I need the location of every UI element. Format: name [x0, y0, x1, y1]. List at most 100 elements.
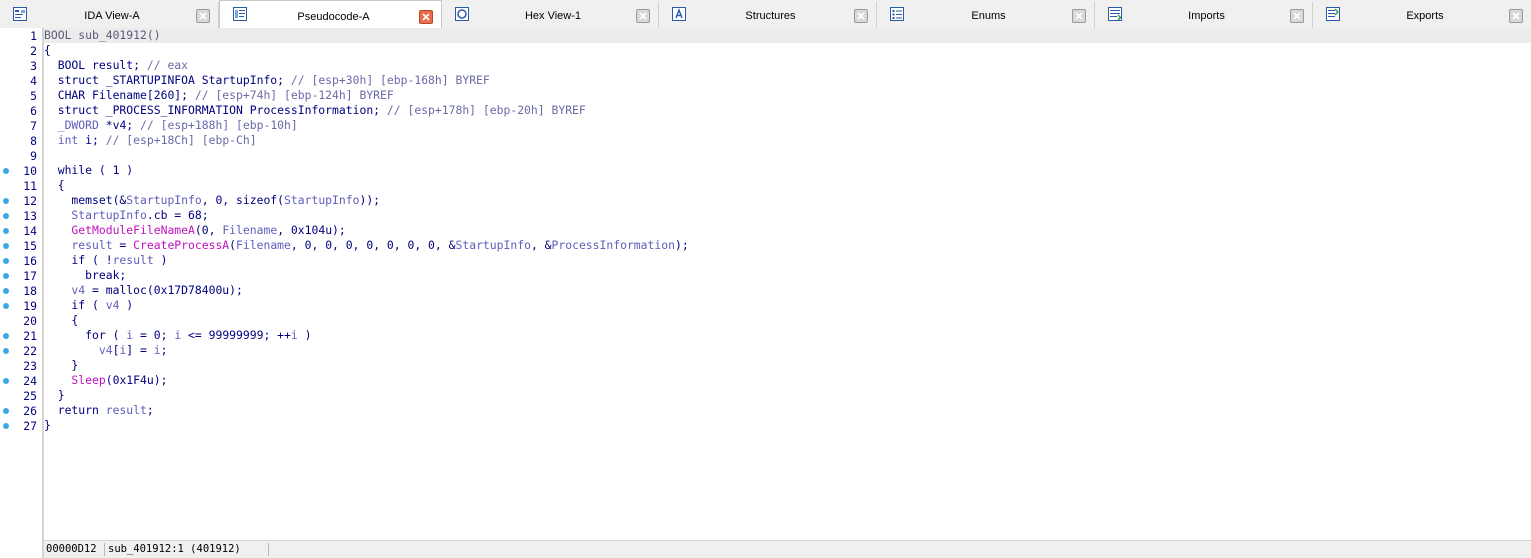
tab-exports[interactable]: Exports	[1313, 2, 1531, 28]
code-line[interactable]: if ( v4 )	[44, 298, 1531, 313]
code-line[interactable]: StartupInfo.cb = 68;	[44, 208, 1531, 223]
pseudocode-editor[interactable]: BOOL sub_401912(){ BOOL result; // eax s…	[44, 28, 1531, 540]
code-token: CHAR Filename[260];	[44, 88, 195, 102]
code-line[interactable]: {	[44, 43, 1531, 58]
code-token: .cb = 68;	[146, 208, 209, 222]
breakpoint-dot-icon[interactable]	[3, 273, 9, 279]
close-icon[interactable]	[1509, 9, 1523, 23]
code-token: result	[44, 238, 113, 252]
breakpoint-dot-icon[interactable]	[3, 288, 9, 294]
code-token: // [esp+74h] [ebp-124h] BYREF	[194, 88, 394, 102]
breakpoint-dot-icon[interactable]	[3, 333, 9, 339]
tab-enums[interactable]: Enums	[877, 2, 1095, 28]
tab-label: Exports	[1406, 10, 1444, 22]
code-token: v4	[44, 343, 113, 357]
code-token: ));	[359, 193, 381, 207]
code-token: )	[119, 298, 134, 312]
breakpoint-dot-icon[interactable]	[3, 348, 9, 354]
enums-icon	[889, 6, 905, 22]
code-line[interactable]: struct _STARTUPINFOA StartupInfo; // [es…	[44, 73, 1531, 88]
line-number: 11	[23, 179, 37, 193]
close-icon[interactable]	[854, 9, 868, 23]
tab-label: Pseudocode-A	[297, 11, 370, 23]
code-line[interactable]: }	[44, 358, 1531, 373]
tab-label: IDA View-A	[84, 10, 140, 22]
code-token: _DWORD	[44, 118, 106, 132]
breakpoint-dot-icon[interactable]	[3, 378, 9, 384]
pseudocode-icon	[232, 6, 248, 22]
breakpoint-dot-icon[interactable]	[3, 228, 9, 234]
code-line[interactable]: v4 = malloc(0x17D78400u);	[44, 283, 1531, 298]
code-token: return	[44, 403, 106, 417]
code-token: = malloc(0x17D78400u);	[85, 283, 243, 297]
breakpoint-dot-icon[interactable]	[3, 198, 9, 204]
code-token: , 0x104u);	[277, 223, 346, 237]
code-line[interactable]: CHAR Filename[260]; // [esp+74h] [ebp-12…	[44, 88, 1531, 103]
code-token: StartupInfo	[455, 238, 531, 252]
code-line[interactable]: BOOL result; // eax	[44, 58, 1531, 73]
status-separator	[268, 543, 269, 556]
code-token: StartupInfo	[284, 193, 360, 207]
code-line[interactable]: result = CreateProcessA(Filename, 0, 0, …	[44, 238, 1531, 253]
breakpoint-dot-icon[interactable]	[3, 303, 9, 309]
code-token: i	[290, 328, 298, 342]
code-line[interactable]: v4[i] = i;	[44, 343, 1531, 358]
close-icon[interactable]	[1290, 9, 1304, 23]
tab-imports[interactable]: Imports	[1095, 2, 1313, 28]
code-token: // [esp+178h] [ebp-20h] BYREF	[386, 103, 586, 117]
line-number: 25	[23, 389, 37, 403]
tab-ida-view-a[interactable]: IDA View-A	[0, 2, 219, 28]
code-token: )	[153, 253, 168, 267]
code-line[interactable]: Sleep(0x1F4u);	[44, 373, 1531, 388]
close-icon[interactable]	[1072, 9, 1086, 23]
code-token: Filename	[236, 238, 291, 252]
code-token: = 0;	[133, 328, 175, 342]
breakpoint-dot-icon[interactable]	[3, 168, 9, 174]
breakpoint-dot-icon[interactable]	[3, 423, 9, 429]
code-line[interactable]: for ( i = 0; i <= 99999999; ++i )	[44, 328, 1531, 343]
code-line[interactable]: {	[44, 178, 1531, 193]
line-number: 1	[30, 29, 37, 43]
code-line[interactable]: BOOL sub_401912()	[44, 28, 1531, 43]
line-number: 8	[30, 134, 37, 148]
code-token: struct _STARTUPINFOA StartupInfo;	[44, 73, 291, 87]
structures-icon	[671, 6, 687, 22]
breakpoint-dot-icon[interactable]	[3, 213, 9, 219]
code-line[interactable]: memset(&StartupInfo, 0, sizeof(StartupIn…	[44, 193, 1531, 208]
code-line[interactable]: break;	[44, 268, 1531, 283]
code-token: (0x1F4u);	[105, 373, 168, 387]
code-token: // [esp+188h] [ebp-10h]	[140, 118, 298, 132]
code-line[interactable]: while ( 1 )	[44, 163, 1531, 178]
code-line[interactable]: return result;	[44, 403, 1531, 418]
code-line[interactable]	[44, 148, 1531, 163]
tab-structures[interactable]: Structures	[659, 2, 877, 28]
line-number: 6	[30, 104, 37, 118]
code-line[interactable]: }	[44, 418, 1531, 433]
breakpoint-dot-icon[interactable]	[3, 243, 9, 249]
line-number: 2	[30, 44, 37, 58]
code-line[interactable]: int i; // [esp+18Ch] [ebp-Ch]	[44, 133, 1531, 148]
code-line[interactable]: _DWORD *v4; // [esp+188h] [ebp-10h]	[44, 118, 1531, 133]
hex-view-icon	[454, 6, 470, 22]
breakpoint-dot-icon[interactable]	[3, 408, 9, 414]
breakpoint-dot-icon[interactable]	[3, 258, 9, 264]
code-line[interactable]: GetModuleFileNameA(0, Filename, 0x104u);	[44, 223, 1531, 238]
code-token: i;	[85, 133, 106, 147]
tab-label: Enums	[971, 10, 1006, 22]
code-line[interactable]: struct _PROCESS_INFORMATION ProcessInfor…	[44, 103, 1531, 118]
tab-hex-view-1[interactable]: Hex View-1	[442, 2, 659, 28]
close-icon[interactable]	[419, 10, 433, 24]
code-token: // [esp+18Ch] [ebp-Ch]	[105, 133, 257, 147]
close-icon[interactable]	[196, 9, 210, 23]
line-number-gutter[interactable]: 1 2 3 4 5 6 7 8 9 10 11 12 13 14 15 16 17 18 19 20 21 22 23 24 2…	[0, 28, 42, 558]
code-token: result	[105, 403, 147, 417]
close-icon[interactable]	[636, 9, 650, 23]
code-line[interactable]: if ( !result )	[44, 253, 1531, 268]
code-token: result	[112, 253, 154, 267]
tab-label: Imports	[1188, 10, 1225, 22]
code-token: =	[112, 238, 134, 252]
tab-pseudocode-a[interactable]: Pseudocode-A	[219, 0, 442, 28]
code-line[interactable]: {	[44, 313, 1531, 328]
code-line[interactable]: }	[44, 388, 1531, 403]
code-token: // [esp+30h] [ebp-168h] BYREF	[290, 73, 490, 87]
